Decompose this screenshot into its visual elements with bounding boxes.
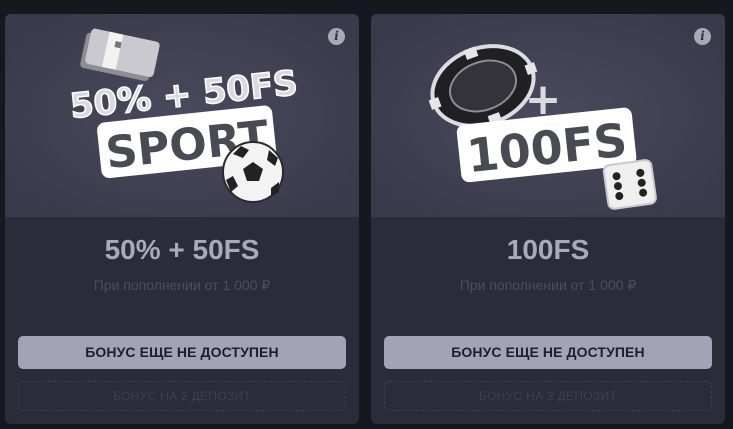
bonus-card-image: 50% + 50FS SPORT i — [5, 14, 359, 217]
deposit-bonus-button[interactable]: БОНУС НА 2 ДЕПОЗИТ — [384, 381, 712, 411]
card-title: 100FS — [506, 234, 590, 265]
card-subtitle: При пополнении от 1 000 ₽ — [93, 277, 271, 293]
bonus-illustration: + 100FS — [371, 14, 725, 217]
card-subtitle: При пополнении от 1 000 ₽ — [459, 277, 637, 293]
dice-icon — [602, 159, 657, 210]
bonus-unavailable-button[interactable]: БОНУС ЕЩЕ НЕ ДОСТУПЕН — [18, 336, 346, 369]
bonus-card-image: + 100FS i — [371, 14, 725, 217]
info-icon[interactable]: i — [328, 28, 345, 45]
deposit-bonus-button[interactable]: БОНУС НА 2 ДЕПОЗИТ — [18, 381, 346, 411]
bonus-page: 50% + 50FS SPORT i 50% + 50FS При пополн… — [0, 0, 733, 429]
bonus-card-sport: 50% + 50FS SPORT i 50% + 50FS При пополн… — [5, 14, 359, 424]
info-icon[interactable]: i — [694, 28, 711, 45]
card-title: 50% + 50FS — [104, 234, 260, 265]
bonus-unavailable-button[interactable]: БОНУС ЕЩЕ НЕ ДОСТУПЕН — [384, 336, 712, 369]
bonus-illustration: 50% + 50FS SPORT — [5, 14, 359, 217]
soccer-ball-icon — [222, 141, 284, 203]
bonus-card-freespins: + 100FS i 100FS При пополнении от 1 000 … — [371, 14, 725, 424]
